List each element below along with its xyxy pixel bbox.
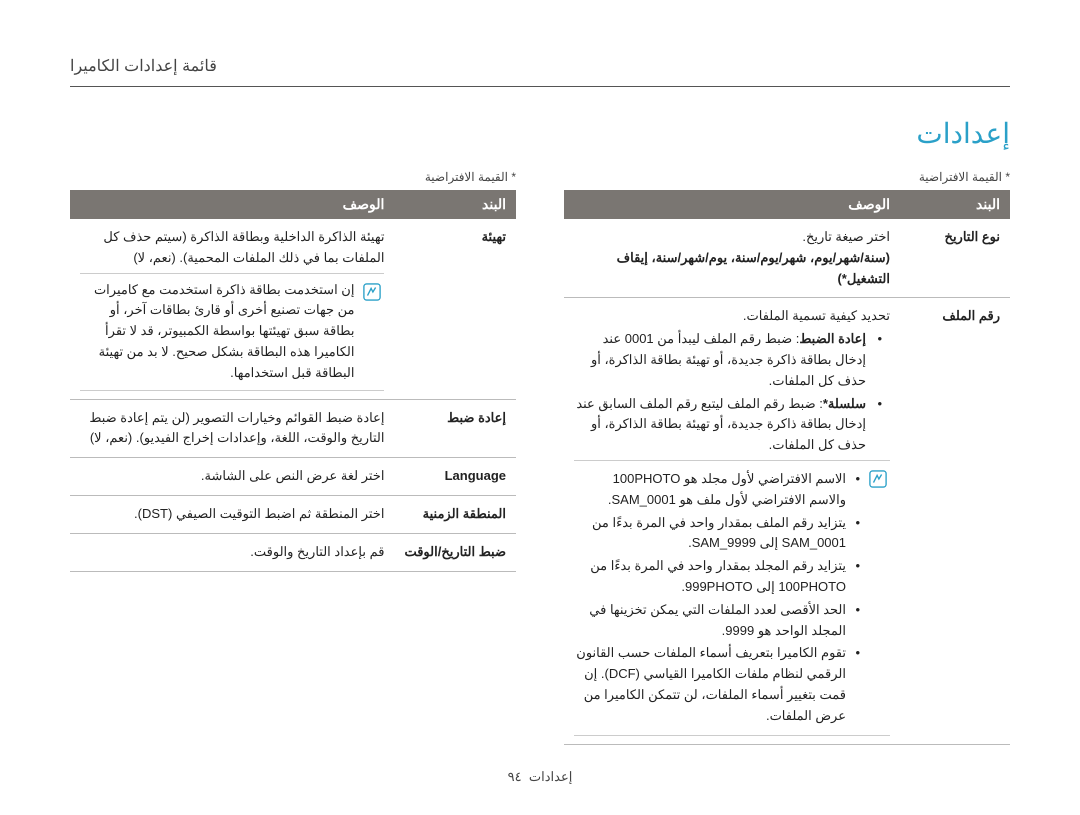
footer-label: إعدادات (529, 769, 572, 784)
note-line: الاسم الافتراضي لأول مجلد هو 100PHOTO وا… (576, 469, 860, 511)
item-datetime-desc: قم بإعداد التاريخ والوقت. (70, 533, 394, 571)
section-title: إعدادات (70, 117, 1010, 150)
table-header-desc: الوصف (70, 190, 394, 219)
note-text: إن استخدمت بطاقة ذاكرة استخدمت مع كاميرا… (82, 280, 354, 384)
item-language-desc: اختر لغة عرض النص على الشاشة. (70, 458, 394, 496)
note-line: الحد الأقصى لعدد الملفات التي يمكن تخزين… (576, 600, 860, 642)
column-right: * القيمة الافتراضية البند الوصف تهيئة ته… (70, 170, 516, 745)
table-row: نوع التاريخ اختر صيغة تاريخ. (سنة/شهر/يو… (564, 219, 1010, 298)
item-file-no: رقم الملف (900, 298, 1010, 744)
item-date-type: نوع التاريخ (900, 219, 1010, 298)
note-line: يتزايد رقم الملف بمقدار واحد في المرة بد… (576, 513, 860, 555)
item-date-type-desc: اختر صيغة تاريخ. (سنة/شهر/يوم، شهر/يوم/س… (564, 219, 900, 298)
desc-options: (سنة/شهر/يوم، شهر/يوم/سنة، يوم/شهر/سنة، … (574, 248, 890, 290)
note-icon (868, 469, 888, 489)
desc-text: تهيئة الذاكرة الداخلية وبطاقة الذاكرة (س… (80, 227, 384, 269)
list-item: سلسلة*: ضبط رقم الملف ليتبع رقم الملف ال… (574, 394, 876, 456)
page-footer: إعدادات ٩٤ (0, 769, 1080, 785)
item-reset: إعادة ضبط (394, 399, 516, 458)
option-list: إعادة الضبط: ضبط رقم الملف ليبدأ من 0001… (574, 329, 890, 456)
table-row: إعادة ضبط إعادة ضبط القوائم وخيارات التص… (70, 399, 516, 458)
table-header-item: البند (394, 190, 516, 219)
option-label: سلسلة* (823, 396, 866, 411)
desc-lead: اختر صيغة تاريخ. (574, 227, 890, 248)
settings-table-left: البند الوصف نوع التاريخ اختر صيغة تاريخ.… (564, 190, 1010, 745)
item-reset-desc: إعادة ضبط القوائم وخيارات التصوير (لن يت… (70, 399, 394, 458)
item-timezone: المنطقة الزمنية (394, 495, 516, 533)
note-lines: الاسم الافتراضي لأول مجلد هو 100PHOTO وا… (576, 467, 860, 729)
table-row: رقم الملف تحديد كيفية تسمية الملفات. إعا… (564, 298, 1010, 744)
note-line: يتزايد رقم المجلد بمقدار واحد في المرة ب… (576, 556, 860, 598)
table-header-desc: الوصف (564, 190, 900, 219)
note-box: الاسم الافتراضي لأول مجلد هو 100PHOTO وا… (574, 460, 890, 736)
default-value-note: * القيمة الافتراضية (70, 170, 516, 184)
divider (70, 86, 1010, 87)
table-row: تهيئة تهيئة الذاكرة الداخلية وبطاقة الذا… (70, 219, 516, 399)
item-format-desc: تهيئة الذاكرة الداخلية وبطاقة الذاكرة (س… (70, 219, 394, 399)
table-header-item: البند (900, 190, 1010, 219)
table-row: ضبط التاريخ/الوقت قم بإعداد التاريخ والو… (70, 533, 516, 571)
table-row: Language اختر لغة عرض النص على الشاشة. (70, 458, 516, 496)
option-label: إعادة الضبط (799, 331, 866, 346)
column-left: * القيمة الافتراضية البند الوصف نوع التا… (564, 170, 1010, 745)
list-item: إعادة الضبط: ضبط رقم الملف ليبدأ من 0001… (574, 329, 876, 391)
breadcrumb: قائمة إعدادات الكاميرا (70, 56, 1010, 76)
desc-lead: تحديد كيفية تسمية الملفات. (574, 306, 890, 327)
item-file-no-desc: تحديد كيفية تسمية الملفات. إعادة الضبط: … (564, 298, 900, 744)
settings-table-right: البند الوصف تهيئة تهيئة الذاكرة الداخلية… (70, 190, 516, 572)
note-box: إن استخدمت بطاقة ذاكرة استخدمت مع كاميرا… (80, 273, 384, 391)
note-line: تقوم الكاميرا بتعريف أسماء الملفات حسب ا… (576, 643, 860, 726)
table-row: المنطقة الزمنية اختر المنطقة ثم اضبط الت… (70, 495, 516, 533)
item-language: Language (394, 458, 516, 496)
footer-page-number: ٩٤ (508, 769, 522, 784)
item-datetime: ضبط التاريخ/الوقت (394, 533, 516, 571)
default-value-note: * القيمة الافتراضية (564, 170, 1010, 184)
note-icon (362, 282, 382, 302)
item-timezone-desc: اختر المنطقة ثم اضبط التوقيت الصيفي (DST… (70, 495, 394, 533)
item-format: تهيئة (394, 219, 516, 399)
